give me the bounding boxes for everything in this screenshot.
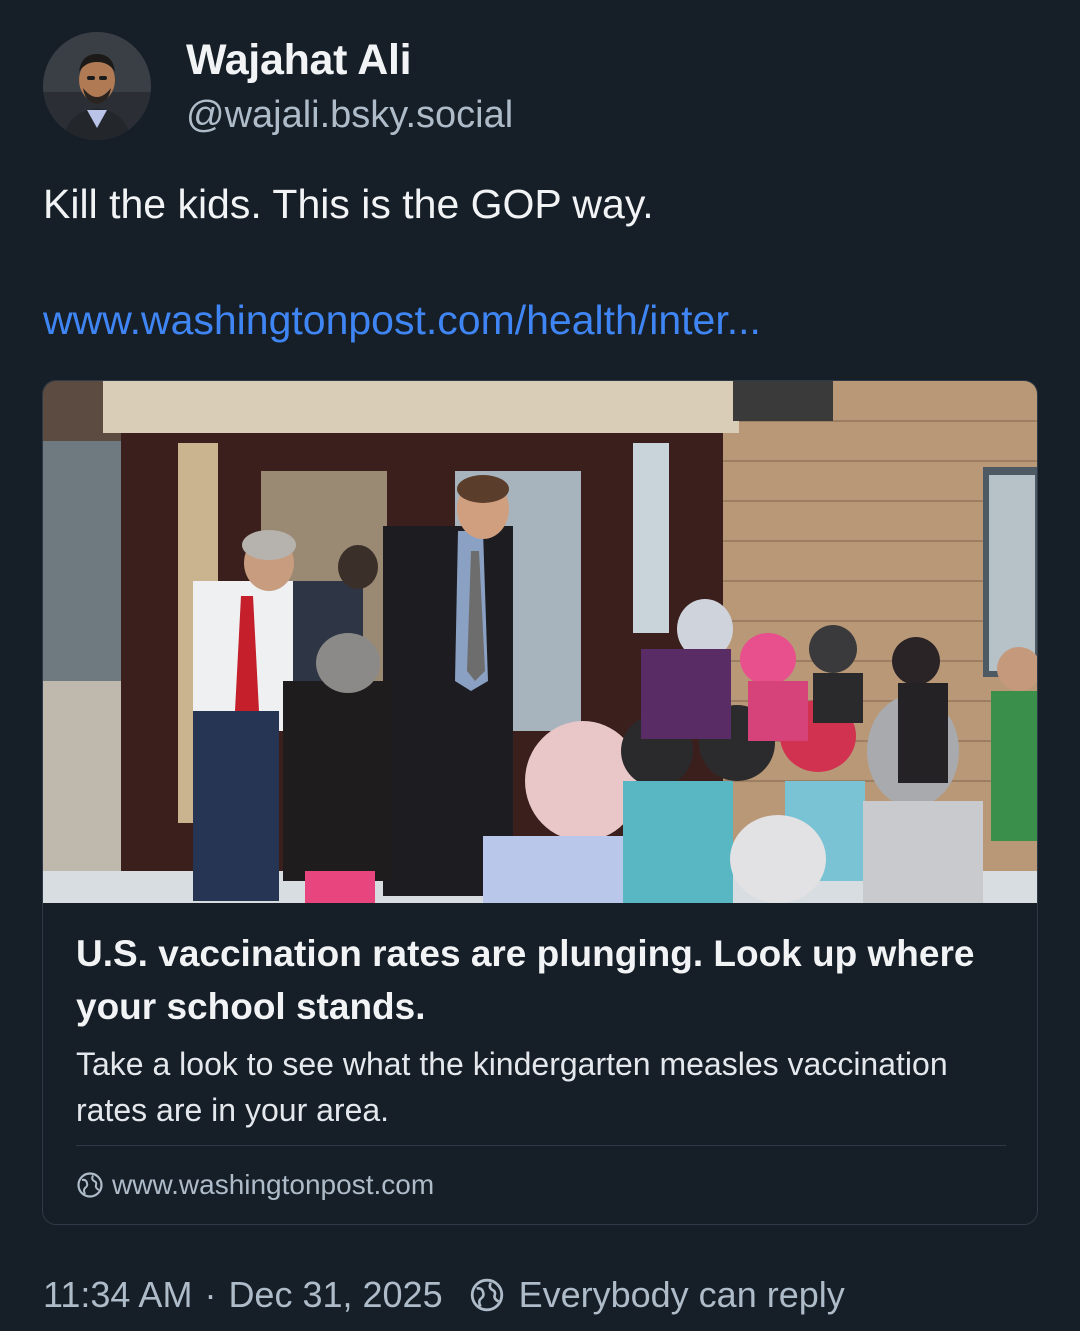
separator: · — [204, 1274, 217, 1315]
link-preview-card[interactable]: U.S. vaccination rates are plunging. Loo… — [42, 380, 1038, 1225]
preview-image — [43, 381, 1037, 903]
author-display-name[interactable]: Wajahat Ali — [186, 36, 412, 85]
post-time: 11:34 AM — [43, 1274, 193, 1315]
preview-title: U.S. vaccination rates are plunging. Loo… — [76, 933, 975, 1027]
reply-setting-label: Everybody can reply — [518, 1274, 845, 1315]
avatar[interactable] — [43, 32, 151, 140]
post-link[interactable]: www.washingtonpost.com/health/inter... — [43, 297, 761, 344]
post-view: Wajahat Ali @wajali.bsky.social Kill the… — [0, 0, 1080, 1331]
preview-domain-row: www.washingtonpost.com — [76, 1166, 434, 1204]
preview-divider — [76, 1145, 1006, 1146]
author-handle[interactable]: @wajali.bsky.social — [186, 94, 513, 137]
preview-description: Take a look to see what the kindergarten… — [76, 1046, 948, 1128]
post-text: Kill the kids. This is the GOP way. — [43, 181, 654, 227]
post-footer: 11:34 AM · Dec 31, 2025 Everybody can re… — [43, 1272, 845, 1318]
globe-icon — [469, 1277, 505, 1313]
preview-photo — [43, 381, 1037, 903]
avatar-image — [43, 32, 151, 140]
preview-domain: www.washingtonpost.com — [112, 1169, 435, 1200]
post-date: Dec 31, 2025 — [228, 1274, 443, 1315]
reply-setting[interactable]: Everybody can reply — [469, 1274, 845, 1316]
globe-icon — [76, 1171, 104, 1199]
